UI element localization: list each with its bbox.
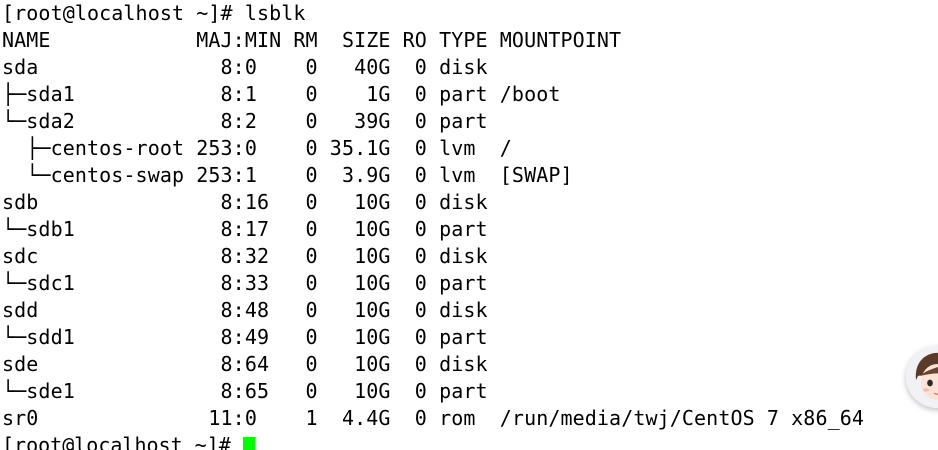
- table-row: └─sdd1 8:49 0 10G 0 part: [2, 325, 500, 349]
- command-line: [root@localhost ~]# lsblk: [2, 0, 938, 27]
- table-row: └─sde1 8:65 0 10G 0 part: [2, 379, 500, 403]
- table-row: └─centos-swap 253:1 0 3.9G 0 lvm [SWAP]: [2, 163, 573, 187]
- table-row: sdb 8:16 0 10G 0 disk: [2, 190, 500, 214]
- table-row: └─sdb1 8:17 0 10G 0 part: [2, 217, 500, 241]
- table-row: sdd 8:48 0 10G 0 disk: [2, 298, 500, 322]
- table-row: sda 8:0 0 40G 0 disk: [2, 55, 500, 79]
- prompt: [root@localhost ~]#: [2, 1, 245, 25]
- prompt: [root@localhost ~]#: [2, 433, 243, 450]
- table-row: ├─sda1 8:1 0 1G 0 part /boot: [2, 82, 561, 106]
- table-row: └─sdc1 8:33 0 10G 0 part: [2, 271, 500, 295]
- command-text: lsblk: [244, 1, 306, 25]
- terminal-window[interactable]: [root@localhost ~]# lsblk NAME MAJ:MIN R…: [0, 0, 938, 450]
- table-row: └─sda2 8:2 0 39G 0 part: [2, 109, 500, 133]
- text-cursor: [242, 436, 255, 450]
- table-row: sde 8:64 0 10G 0 disk: [2, 352, 500, 376]
- table-row: sr0 11:0 1 4.4G 0 rom /run/media/twj/Cen…: [2, 406, 865, 430]
- table-row: sdc 8:32 0 10G 0 disk: [2, 244, 500, 268]
- table-header: NAME MAJ:MIN RM SIZE RO TYPE MOUNTPOINT: [2, 28, 622, 52]
- input-line[interactable]: [root@localhost ~]#: [2, 432, 938, 450]
- table-row: ├─centos-root 253:0 0 35.1G 0 lvm /: [2, 136, 512, 160]
